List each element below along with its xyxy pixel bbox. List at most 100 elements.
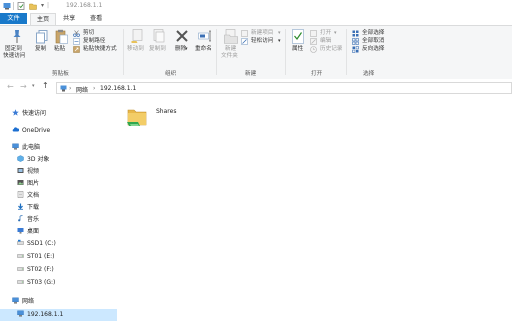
new-folder-button[interactable]: 新建 — [225, 46, 236, 53]
video-icon — [17, 168, 24, 173]
easy-access-dropdown-icon[interactable]: ▾ — [278, 38, 281, 45]
properties-icon — [292, 29, 304, 44]
up-icon[interactable]: ↑ — [42, 81, 49, 90]
nav-item-downloads[interactable]: 下载 — [17, 202, 39, 213]
nav-item-documents[interactable]: 文档 — [17, 190, 39, 201]
copy-to-icon — [153, 29, 165, 43]
nav-item-drive-g[interactable]: ST03 (G:) — [17, 277, 55, 288]
new-folder-quick-icon[interactable] — [29, 2, 37, 10]
ribbon-separator — [216, 29, 217, 75]
nav-item-label: 192.168.1.1 — [27, 311, 64, 318]
nav-item-label: 音乐 — [27, 216, 40, 223]
breadcrumb-separator: › — [69, 85, 72, 92]
new-item-icon — [241, 30, 248, 37]
edit-icon — [310, 38, 317, 45]
music-icon — [18, 215, 23, 222]
pin-to-quick-access-button[interactable]: 固定到 — [5, 46, 22, 53]
drive-icon — [17, 267, 24, 271]
tab-file[interactable]: 文件 — [0, 13, 27, 24]
nav-item-label: 3D 对象 — [27, 156, 50, 163]
computer-icon — [12, 143, 19, 150]
paste-shortcut-icon — [73, 46, 80, 53]
nav-item-quick-access[interactable]: 快速访问 — [12, 108, 46, 119]
invert-selection-button[interactable]: 反向选择 — [362, 46, 384, 53]
nav-item-host[interactable]: 192.168.1.1 — [17, 309, 63, 320]
copy-to-button[interactable]: 复制到 — [149, 46, 166, 53]
rename-button[interactable]: 重命名 — [195, 46, 212, 53]
pin-to-quick-access-label-2: 快速访问 — [3, 53, 26, 59]
nav-item-music[interactable]: 音乐 — [17, 214, 39, 225]
breadcrumb-network[interactable]: 网络 — [76, 85, 88, 94]
easy-access-button[interactable]: 轻松访问 — [251, 38, 273, 45]
tab-view[interactable]: 查看 — [90, 13, 102, 24]
back-icon[interactable]: ← — [7, 82, 14, 91]
delete-icon — [176, 30, 188, 42]
network-app-icon — [3, 3, 11, 10]
network-icon — [60, 85, 67, 92]
new-item-button[interactable]: 新建项目 — [251, 30, 273, 37]
cube-icon — [17, 155, 24, 162]
tab-share[interactable]: 共享 — [63, 13, 75, 24]
copy-path-icon — [73, 38, 80, 45]
nav-item-label: 桌面 — [27, 228, 40, 235]
drive-icon — [17, 280, 24, 284]
history-button[interactable]: 历史记录 — [320, 46, 342, 53]
new-folder-label-2: 文件夹 — [221, 53, 238, 59]
nav-item-drive-e[interactable]: ST01 (E:) — [17, 251, 55, 262]
nav-item-onedrive[interactable]: OneDrive — [12, 125, 50, 136]
download-icon — [18, 203, 23, 210]
cut-button[interactable]: 剪切 — [83, 30, 94, 37]
nav-item-network[interactable]: 网络 — [12, 296, 34, 307]
invert-selection-icon — [352, 46, 359, 53]
open-dropdown-icon[interactable]: ▾ — [334, 30, 337, 37]
star-icon — [12, 109, 19, 116]
open-button[interactable]: 打开 — [320, 30, 331, 37]
organize-group-label: 组织 — [165, 71, 177, 77]
content-item-shares[interactable]: Shares — [126, 102, 186, 130]
edit-button[interactable]: 编辑 — [320, 38, 331, 45]
title-separator: | — [47, 2, 50, 9]
forward-icon[interactable]: → — [20, 82, 27, 91]
nav-item-drive-c[interactable]: SSD1 (C:) — [17, 238, 56, 249]
nav-item-label: 文档 — [27, 192, 40, 199]
nav-item-drive-f[interactable]: ST02 (F:) — [17, 264, 54, 275]
nav-item-label: 图片 — [27, 180, 40, 187]
nav-item-pictures[interactable]: 图片 — [17, 178, 39, 189]
nav-item-label: ST03 (G:) — [27, 279, 56, 286]
ribbon-separator — [123, 29, 124, 75]
nav-item-label: 快速访问 — [22, 110, 47, 117]
paste-button[interactable]: 粘贴 — [54, 46, 65, 53]
select-none-button[interactable]: 全部取消 — [362, 38, 384, 45]
paste-shortcut-button[interactable]: 粘贴快捷方式 — [83, 46, 117, 53]
scissors-icon — [73, 30, 80, 37]
nav-item-3d-objects[interactable]: 3D 对象 — [17, 154, 49, 165]
nav-item-label: 网络 — [22, 298, 35, 305]
nav-item-label: ST02 (F:) — [27, 266, 54, 273]
recent-locations-icon[interactable]: ▾ — [32, 83, 35, 89]
nav-item-videos[interactable]: 视频 — [17, 166, 39, 177]
pin-icon — [13, 30, 21, 43]
desktop-icon — [17, 228, 24, 234]
ribbon-separator — [346, 29, 347, 75]
select-all-icon — [352, 30, 359, 37]
nav-item-this-pc[interactable]: 此电脑 — [12, 142, 40, 153]
nav-item-label: ST01 (E:) — [27, 253, 55, 260]
select-all-button[interactable]: 全部选择 — [362, 30, 384, 37]
delete-dropdown-icon[interactable]: ▾ — [185, 46, 188, 53]
shared-folder-icon — [127, 109, 147, 126]
breadcrumb-host[interactable]: 192.168.1.1 — [100, 85, 136, 92]
copy-path-button[interactable]: 复制路径 — [83, 38, 105, 45]
copy-button[interactable]: 复制 — [35, 46, 46, 53]
address-bar[interactable]: › 网络 › 192.168.1.1 — [56, 82, 512, 94]
new-group-label: 新建 — [245, 71, 257, 77]
properties-button[interactable]: 属性 — [292, 46, 303, 53]
move-to-button[interactable]: 移动到 — [127, 46, 144, 53]
properties-quick-icon[interactable] — [17, 2, 25, 10]
copy-icon — [36, 30, 48, 44]
breadcrumb-separator: › — [93, 85, 96, 92]
cloud-icon — [12, 127, 19, 132]
quick-access-dropdown[interactable]: ▾ — [41, 2, 44, 9]
nav-item-desktop[interactable]: 桌面 — [17, 226, 39, 237]
new-item-dropdown-icon[interactable]: ▾ — [278, 30, 281, 37]
rename-icon — [198, 30, 211, 42]
